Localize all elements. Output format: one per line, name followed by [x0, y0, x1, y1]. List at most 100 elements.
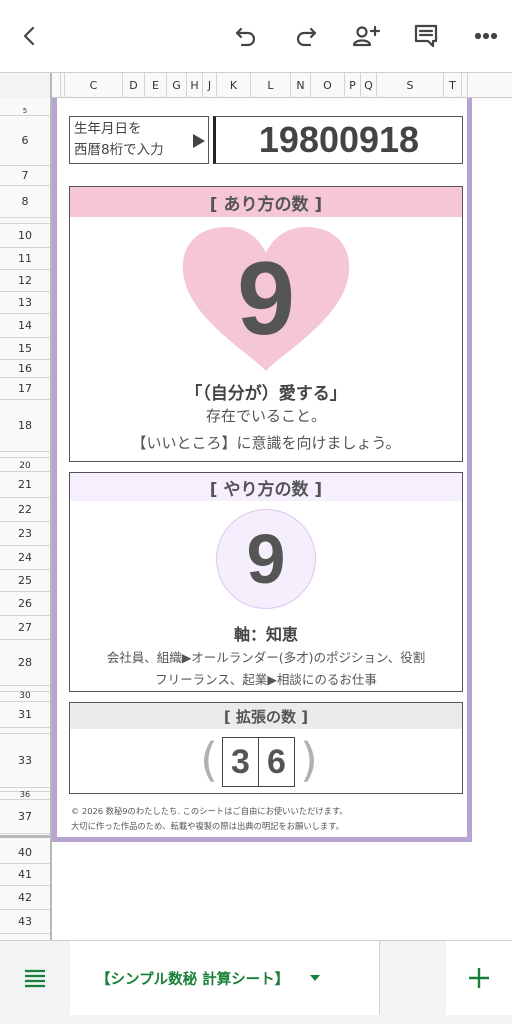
redo-icon: [296, 27, 317, 47]
chevron-left-icon: [23, 26, 35, 46]
row-header-cell[interactable]: 41: [0, 864, 50, 886]
copyright-line1: © 2026 数秘9のわたしたち. このシートはご自由にお使いいただけます。: [71, 806, 348, 816]
triangle-arrow-icon: [193, 134, 205, 148]
row-header-cell[interactable]: 21: [0, 472, 50, 498]
yarikata-section: [ やり方の数 ] 9 軸：知恵 会社員、組織▶オールランダー(多才)のポジショ…: [69, 472, 463, 692]
arikata-motto: 「（自分が）愛する」: [185, 384, 347, 404]
row-header-cell[interactable]: 40: [0, 841, 50, 864]
row-header-cell[interactable]: 18: [0, 400, 50, 452]
copyright-line2: 大切に作った作品のため、転載や複製の際は出典の明記をお願いします。: [71, 821, 344, 831]
arikata-line2: 【いいところ】に意識を向けましょう。: [131, 434, 401, 452]
row-header: 5 6 7 8 10 11 12 13 14 15 16 17 18 20 21…: [0, 98, 52, 940]
row-header-cell[interactable]: [0, 834, 50, 838]
sheet-tabs-bar: 【シンプル数秘 計算シート】: [0, 940, 512, 1024]
close-parenthesis: ): [300, 733, 318, 787]
top-toolbar: [0, 0, 512, 72]
kakucho-digit-1: 3: [222, 737, 259, 787]
plus-icon: [469, 968, 489, 988]
row-header-cell[interactable]: 8: [0, 186, 50, 218]
column-header-cell[interactable]: L: [251, 73, 291, 98]
row-header-cell[interactable]: 28: [0, 640, 50, 686]
row-header-cell[interactable]: 43: [0, 910, 50, 934]
share-button[interactable]: [348, 18, 384, 54]
undo-icon: [235, 27, 256, 47]
column-header-cell[interactable]: [52, 73, 61, 98]
column-header-cell[interactable]: D: [123, 73, 145, 98]
birthdate-label-line1: 生年月日を: [74, 121, 142, 137]
column-header-cell[interactable]: G: [167, 73, 187, 98]
column-header-cell[interactable]: J: [203, 73, 217, 98]
row-header-cell[interactable]: 26: [0, 592, 50, 616]
row-header-cell[interactable]: 36: [0, 790, 50, 800]
comment-icon: [414, 24, 438, 48]
column-header-cell[interactable]: T: [444, 73, 462, 98]
kakucho-header: [ 拡張の数 ]: [70, 703, 462, 729]
circle-shape: 9: [216, 509, 316, 609]
yarikata-line2: フリーランス、起業▶相談にのるお仕事: [155, 672, 377, 687]
row-header-cell[interactable]: 10: [0, 224, 50, 248]
all-sheets-button[interactable]: [0, 941, 70, 1015]
row-header-cell[interactable]: 12: [0, 270, 50, 292]
column-header-cell[interactable]: E: [145, 73, 167, 98]
row-header-cell[interactable]: 13: [0, 292, 50, 314]
yarikata-number: 9: [246, 520, 286, 598]
row-header-cell[interactable]: 31: [0, 702, 50, 728]
arikata-header: [ あり方の数 ]: [70, 187, 462, 217]
back-button[interactable]: [12, 18, 48, 54]
birthdate-input[interactable]: 19800918: [213, 116, 463, 164]
sheet-tab-active[interactable]: 【シンプル数秘 計算シート】: [70, 941, 380, 1015]
kakucho-section: [ 拡張の数 ] ( 3 6 ): [69, 702, 463, 794]
row-header-cell[interactable]: 24: [0, 546, 50, 570]
row-header-cell[interactable]: 37: [0, 800, 50, 834]
column-header-cell[interactable]: [462, 73, 468, 98]
add-sheet-button[interactable]: [446, 941, 512, 1015]
row-header-cell[interactable]: 20: [0, 458, 50, 472]
column-header-cell[interactable]: P: [345, 73, 361, 98]
column-header-cell[interactable]: S: [377, 73, 444, 98]
yarikata-line1: 会社員、組織▶オールランダー(多才)のポジション、役割: [106, 650, 426, 665]
row-header-cell[interactable]: 7: [0, 166, 50, 186]
arikata-line1: 存在でいること。: [205, 407, 326, 425]
row-header-cell[interactable]: 27: [0, 616, 50, 640]
kakucho-digit-2: 6: [258, 737, 295, 787]
select-all-corner[interactable]: [0, 73, 52, 98]
comment-button[interactable]: [408, 18, 444, 54]
sheet-grid[interactable]: 生年月日を 西暦8桁で入力 19800918 [ あり方の数 ] 9 「（自分が…: [52, 98, 512, 940]
row-header-cell[interactable]: 11: [0, 248, 50, 270]
row-header-cell[interactable]: 33: [0, 734, 50, 788]
undo-button[interactable]: [228, 18, 264, 54]
row-header-cell[interactable]: 14: [0, 314, 50, 338]
column-header-cell[interactable]: K: [217, 73, 251, 98]
row-header-cell[interactable]: 22: [0, 498, 50, 522]
yarikata-axis: 軸：知恵: [233, 625, 298, 644]
sheet-tab-label: 【シンプル数秘 計算シート】: [96, 971, 290, 988]
arikata-number: 9: [237, 241, 295, 357]
column-header-cell[interactable]: O: [311, 73, 345, 98]
calculator-card: 生年月日を 西暦8桁で入力 19800918 [ あり方の数 ] 9 「（自分が…: [52, 98, 472, 842]
copyright-notice: © 2026 数秘9のわたしたち. このシートはご自由にお使いいただけます。 大…: [71, 804, 348, 834]
row-header-cell[interactable]: 17: [0, 378, 50, 400]
row-header-cell[interactable]: 16: [0, 360, 50, 378]
yarikata-header: [ やり方の数 ]: [70, 473, 462, 501]
row-header-cell[interactable]: 25: [0, 570, 50, 592]
birthdate-label-line2: 西暦8桁で入力: [74, 142, 164, 158]
redo-button[interactable]: [288, 18, 324, 54]
open-parenthesis: (: [200, 733, 218, 787]
row-header-cell[interactable]: 5: [0, 98, 50, 116]
arikata-section: [ あり方の数 ] 9 「（自分が）愛する」 存在でいること。 【いいところ】に…: [69, 186, 463, 462]
menu-icon: [25, 969, 45, 988]
row-header-cell[interactable]: 6: [0, 116, 50, 166]
caret-down-icon[interactable]: [309, 974, 321, 982]
birthdate-label: 生年月日を 西暦8桁で入力: [69, 116, 209, 164]
row-header-cell[interactable]: 23: [0, 522, 50, 546]
column-header-cell[interactable]: N: [291, 73, 311, 98]
row-header-cell[interactable]: 15: [0, 338, 50, 360]
column-header-cell[interactable]: Q: [361, 73, 377, 98]
person-add-icon: [352, 25, 381, 47]
column-header-cell[interactable]: C: [65, 73, 123, 98]
row-header-cell[interactable]: 30: [0, 691, 50, 702]
more-button[interactable]: [468, 18, 504, 54]
column-header-cell[interactable]: H: [187, 73, 203, 98]
more-horizontal-icon: [474, 32, 498, 40]
row-header-cell[interactable]: 42: [0, 886, 50, 910]
